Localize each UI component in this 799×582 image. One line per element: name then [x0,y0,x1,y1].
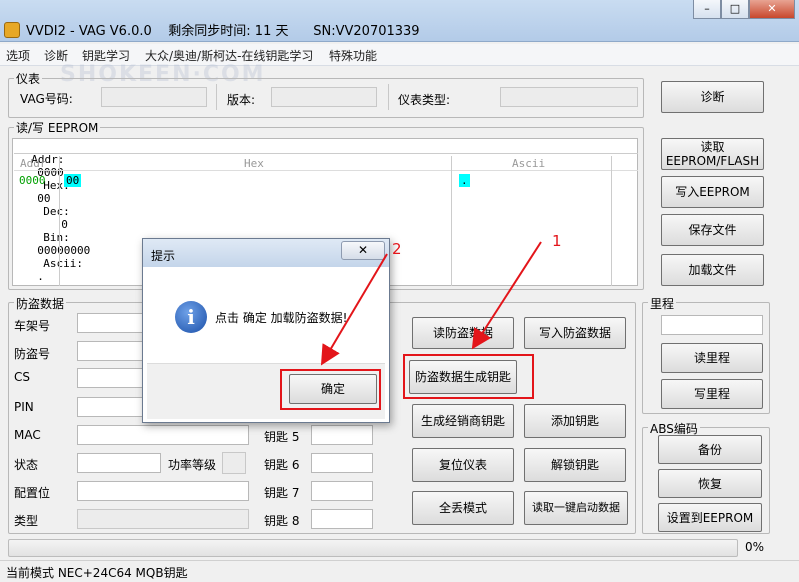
annotation-arrows [320,241,542,366]
annotation-2: 2 [392,240,402,258]
arrow-1 [471,241,542,350]
annotation-1: 1 [552,232,562,250]
arrow-2 [320,253,388,366]
